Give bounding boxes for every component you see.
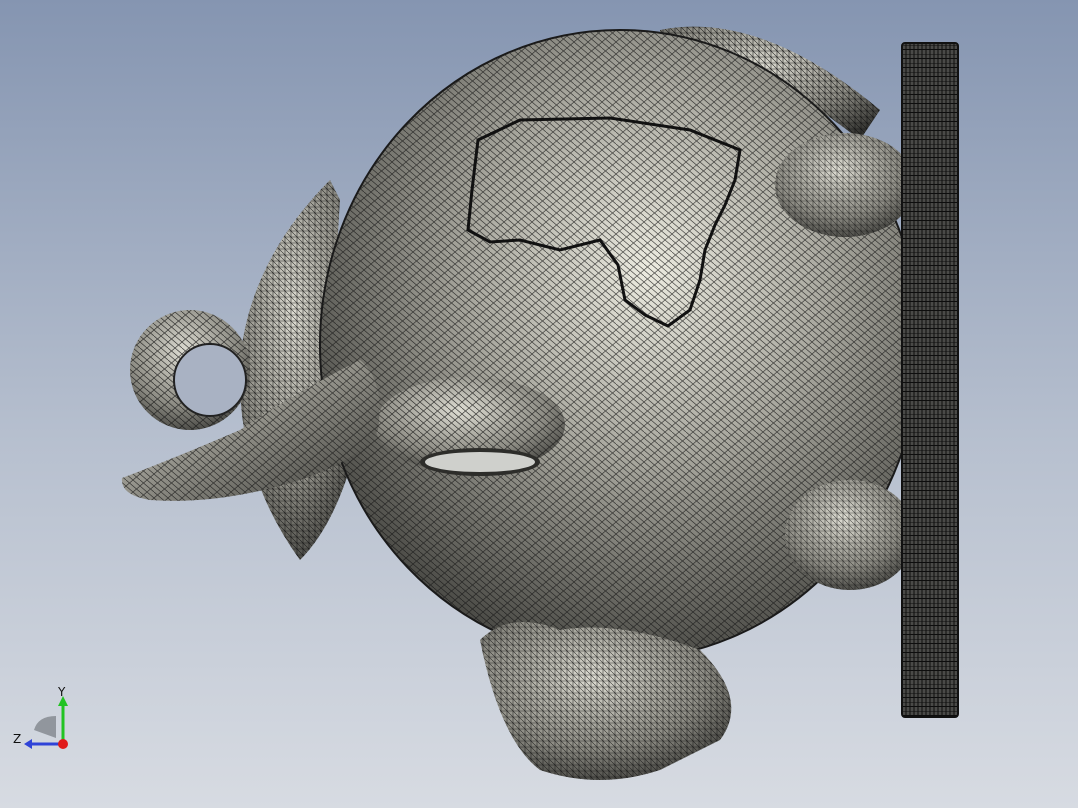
z-axis-label: Z xyxy=(13,732,21,746)
leg-upper xyxy=(775,133,915,237)
base-plate xyxy=(901,42,959,718)
x-axis-point-icon xyxy=(58,739,68,749)
mesh-model-view[interactable] xyxy=(0,0,1078,808)
leg-lower xyxy=(785,480,915,590)
z-axis-arrow-icon xyxy=(24,739,32,749)
orientation-triad[interactable]: Y Z xyxy=(10,686,74,752)
y-axis-label: Y xyxy=(57,686,66,699)
tail-ring xyxy=(130,310,250,430)
graphics-viewport[interactable]: Y Z xyxy=(0,0,1078,808)
triad-view-cube-icon xyxy=(34,716,56,738)
